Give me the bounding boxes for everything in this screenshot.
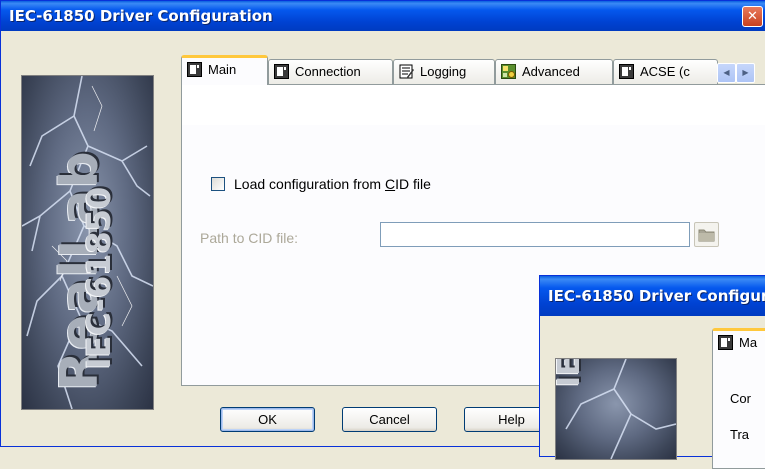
browse-cid-button[interactable] (694, 222, 719, 247)
second-title-bar[interactable]: IEC-61850 Driver Configur (540, 276, 765, 316)
second-row-label: Tra (730, 427, 750, 442)
tab-acse[interactable]: ACSE (c (613, 59, 718, 85)
tab-main-label: Main (208, 62, 237, 77)
second-row-label: Cor (730, 391, 751, 406)
ok-button-label: OK (258, 412, 277, 427)
logo-text-iec61850: IEC-61850 (80, 186, 118, 370)
tab-scroll-right-button[interactable]: ▶ (736, 63, 755, 83)
chevron-left-icon: ◀ (723, 68, 730, 77)
tab-scroll-arrows: ◀ ▶ (717, 63, 755, 83)
folder-icon (698, 229, 715, 242)
driver-icon (187, 62, 202, 77)
cancel-button-label: Cancel (369, 412, 410, 427)
driver-icon (274, 64, 289, 79)
tab-advanced-label: Advanced (522, 64, 580, 79)
path-to-cid-label: Path to CID file: (200, 230, 299, 246)
driver-icon (718, 335, 733, 350)
tab-connection[interactable]: Connection (268, 59, 393, 85)
load-cid-label-text: Load configuration from CID file (234, 176, 431, 192)
tab-acse-label: ACSE (c (640, 64, 690, 79)
tab-logging-label: Logging (420, 64, 467, 79)
tab-connection-label: Connection (295, 64, 361, 79)
cancel-button[interactable]: Cancel (342, 407, 437, 432)
second-tab-panel: Cor Tra (712, 357, 765, 469)
tab-scroll-left-button[interactable]: ◀ (717, 63, 736, 83)
tab-advanced[interactable]: Advanced (495, 59, 613, 85)
tab-main[interactable]: Main (181, 55, 268, 85)
cid-path-input[interactable] (380, 222, 690, 247)
help-button-label: Help (498, 412, 525, 427)
driver-icon (619, 64, 634, 79)
ok-button[interactable]: OK (220, 407, 315, 432)
second-reallab-logo: IEC-61850 (555, 358, 677, 460)
second-tab-main[interactable]: Ma (712, 328, 765, 358)
close-button[interactable]: ✕ (742, 6, 763, 27)
tab-logging[interactable]: Logging (393, 59, 495, 85)
panel-header-band (182, 85, 765, 125)
load-cid-checkbox[interactable] (211, 177, 225, 191)
second-logo-text: IEC-61850 (556, 359, 590, 387)
reallab-logo: RealLab IEC-61850 (21, 75, 154, 410)
load-cid-label[interactable]: Load configuration from CID file (234, 176, 431, 192)
advanced-icon (501, 64, 516, 79)
main-title-bar[interactable]: IEC-61850 Driver Configuration (1, 1, 765, 31)
notepad-icon (399, 64, 414, 79)
second-dialog-window: IEC-61850 Driver Configur IEC-61850 Ma C… (539, 275, 765, 469)
main-window-title: IEC-61850 Driver Configuration (9, 7, 273, 25)
close-icon: ✕ (747, 9, 758, 24)
second-window-title: IEC-61850 Driver Configur (548, 287, 765, 305)
second-tab-main-label: Ma (739, 335, 758, 350)
chevron-right-icon: ▶ (742, 68, 749, 77)
